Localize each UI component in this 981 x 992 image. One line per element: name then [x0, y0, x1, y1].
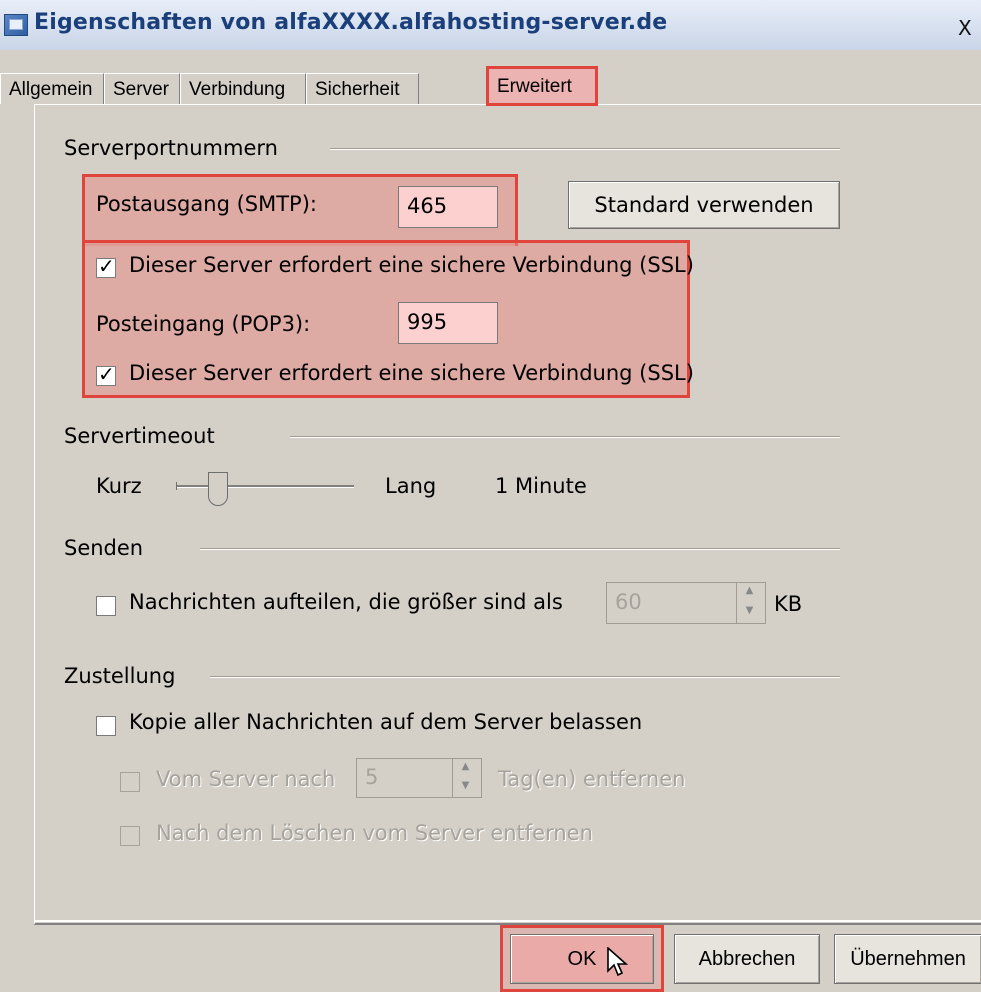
tab-strip: Allgemein Server Verbindung Sicherheit E…: [0, 66, 981, 106]
ok-button[interactable]: OK: [510, 934, 654, 984]
delivery-heading: Zustellung: [64, 664, 182, 688]
ssl-smtp-label: Dieser Server erfordert eine sichere Ver…: [129, 253, 694, 277]
cancel-button[interactable]: Abbrechen: [674, 934, 820, 984]
timeout-short-label: Kurz: [96, 474, 142, 498]
serverports-heading: Serverportnummern: [64, 136, 284, 160]
remove-on-delete-checkbox[interactable]: [120, 826, 140, 846]
tab-sicherheit[interactable]: Sicherheit: [306, 73, 419, 104]
slider-track: [176, 485, 354, 488]
properties-dialog: Eigenschaften von alfaXXXX.alfahosting-s…: [0, 0, 981, 992]
group-divider: [290, 436, 840, 438]
slider-tick: [176, 482, 177, 490]
keep-copy-checkbox[interactable]: [96, 716, 116, 736]
slider-thumb[interactable]: [208, 472, 228, 506]
timeout-value: 1 Minute: [495, 474, 587, 498]
window-title: Eigenschaften von alfaXXXX.alfahosting-s…: [34, 10, 668, 35]
tab-erweitert[interactable]: Erweitert: [486, 66, 598, 106]
tab-allgemein[interactable]: Allgemein: [0, 73, 104, 104]
keep-copy-label: Kopie aller Nachrichten auf dem Server b…: [129, 710, 643, 734]
split-size-unit: KB: [774, 592, 803, 616]
pop3-label: Posteingang (POP3):: [96, 312, 311, 336]
remove-after-prefix: Vom Server nach: [156, 767, 336, 791]
split-size-spinner[interactable]: ▲ ▼: [736, 583, 762, 623]
group-divider: [210, 676, 840, 678]
spin-down-icon[interactable]: ▼: [453, 778, 478, 797]
group-divider: [330, 148, 840, 150]
tab-verbindung[interactable]: Verbindung: [180, 73, 306, 104]
split-messages-checkbox[interactable]: [96, 596, 116, 616]
smtp-port-field[interactable]: 465: [398, 186, 498, 228]
apply-button[interactable]: Übernehmen: [834, 934, 981, 984]
close-button[interactable]: X: [958, 16, 981, 40]
mail-account-icon: [4, 14, 28, 36]
send-heading: Senden: [64, 536, 150, 560]
timeout-heading: Servertimeout: [64, 424, 221, 448]
ok-label: OK: [567, 948, 597, 970]
footer-divider: [34, 920, 981, 922]
mouse-cursor-icon: [607, 947, 629, 977]
remove-on-delete-label: Nach dem Löschen vom Server entfernen: [156, 821, 593, 845]
ssl-pop3-label: Dieser Server erfordert eine sichere Ver…: [129, 361, 694, 385]
ssl-smtp-checkbox[interactable]: [96, 254, 116, 278]
use-default-button[interactable]: Standard verwenden: [568, 181, 840, 229]
remove-after-days-checkbox[interactable]: [120, 772, 140, 792]
group-divider: [200, 548, 840, 550]
ssl-pop3-checkbox[interactable]: [96, 362, 116, 386]
pop3-port-field[interactable]: 995: [398, 302, 498, 344]
spin-up-icon[interactable]: ▲: [453, 759, 478, 778]
smtp-label: Postausgang (SMTP):: [96, 192, 317, 216]
spin-up-icon[interactable]: ▲: [737, 583, 762, 603]
tab-server[interactable]: Server: [104, 73, 180, 104]
timeout-slider[interactable]: [176, 470, 354, 510]
remove-after-spinner[interactable]: ▲ ▼: [452, 759, 478, 797]
split-messages-label: Nachrichten aufteilen, die größer sind a…: [129, 590, 563, 614]
title-bar: Eigenschaften von alfaXXXX.alfahosting-s…: [0, 0, 981, 50]
timeout-long-label: Lang: [385, 474, 437, 498]
remove-after-suffix: Tag(en) entfernen: [498, 767, 686, 791]
spin-down-icon[interactable]: ▼: [737, 603, 762, 623]
